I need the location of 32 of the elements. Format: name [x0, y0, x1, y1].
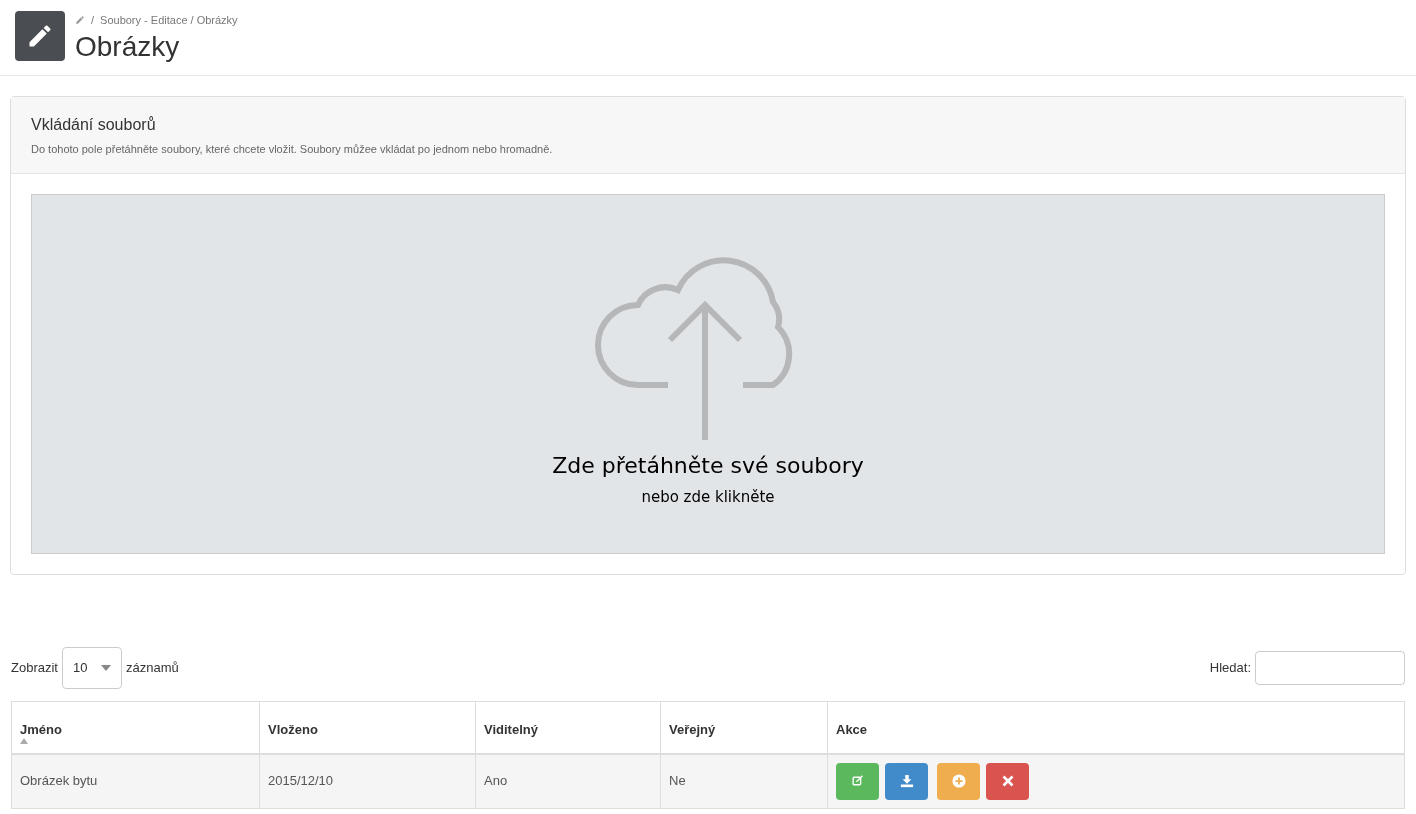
plus-circle-icon — [951, 774, 966, 788]
table-cell: 2015/12/10 — [259, 754, 475, 808]
column-header[interactable]: Akce — [827, 701, 1404, 753]
page-size-select[interactable]: 10 — [61, 646, 122, 689]
column-header[interactable]: Veřejný — [660, 701, 827, 753]
column-header[interactable]: Vloženo — [259, 701, 475, 753]
edit-icon — [851, 775, 864, 787]
panel-title: Vkládání souborů — [31, 115, 156, 135]
breadcrumb-path: Soubory - Editace / Obrázky — [100, 13, 238, 28]
search-label: Hledat: — [1209, 658, 1251, 677]
download-button[interactable] — [885, 762, 928, 800]
records-label: záznamů — [125, 658, 179, 677]
edit-button[interactable] — [836, 762, 879, 800]
delete-button[interactable] — [986, 762, 1029, 800]
table-cell: Ano — [475, 754, 660, 808]
column-header[interactable]: Viditelný — [475, 701, 660, 753]
search-field[interactable] — [1255, 650, 1405, 685]
pencil-icon — [75, 15, 85, 26]
column-header[interactable]: Jméno — [12, 701, 259, 753]
dropzone-subtitle: nebo zde klikněte — [641, 486, 775, 508]
panel-description: Do tohoto pole přetáhněte soubory, které chcete vložit. Soubory můžee vkládat po jednom nebo hromadně. — [31, 142, 553, 157]
breadcrumb-separator: / — [91, 13, 95, 28]
download-icon — [899, 774, 914, 788]
close-icon — [1001, 775, 1014, 787]
table-cell: Ne — [660, 754, 827, 808]
page-title: Obrázky — [75, 29, 181, 64]
caret-icon — [100, 664, 111, 671]
dropzone[interactable]: Zde přetáhněte své soubory nebo zde klikněte — [31, 193, 1385, 554]
table-cell-text: Obrázek bytu — [19, 772, 99, 791]
dropzone-title: Zde přetáhněte své soubory — [552, 451, 864, 480]
show-label: Zobrazit — [11, 658, 58, 677]
add-button[interactable] — [937, 762, 980, 800]
